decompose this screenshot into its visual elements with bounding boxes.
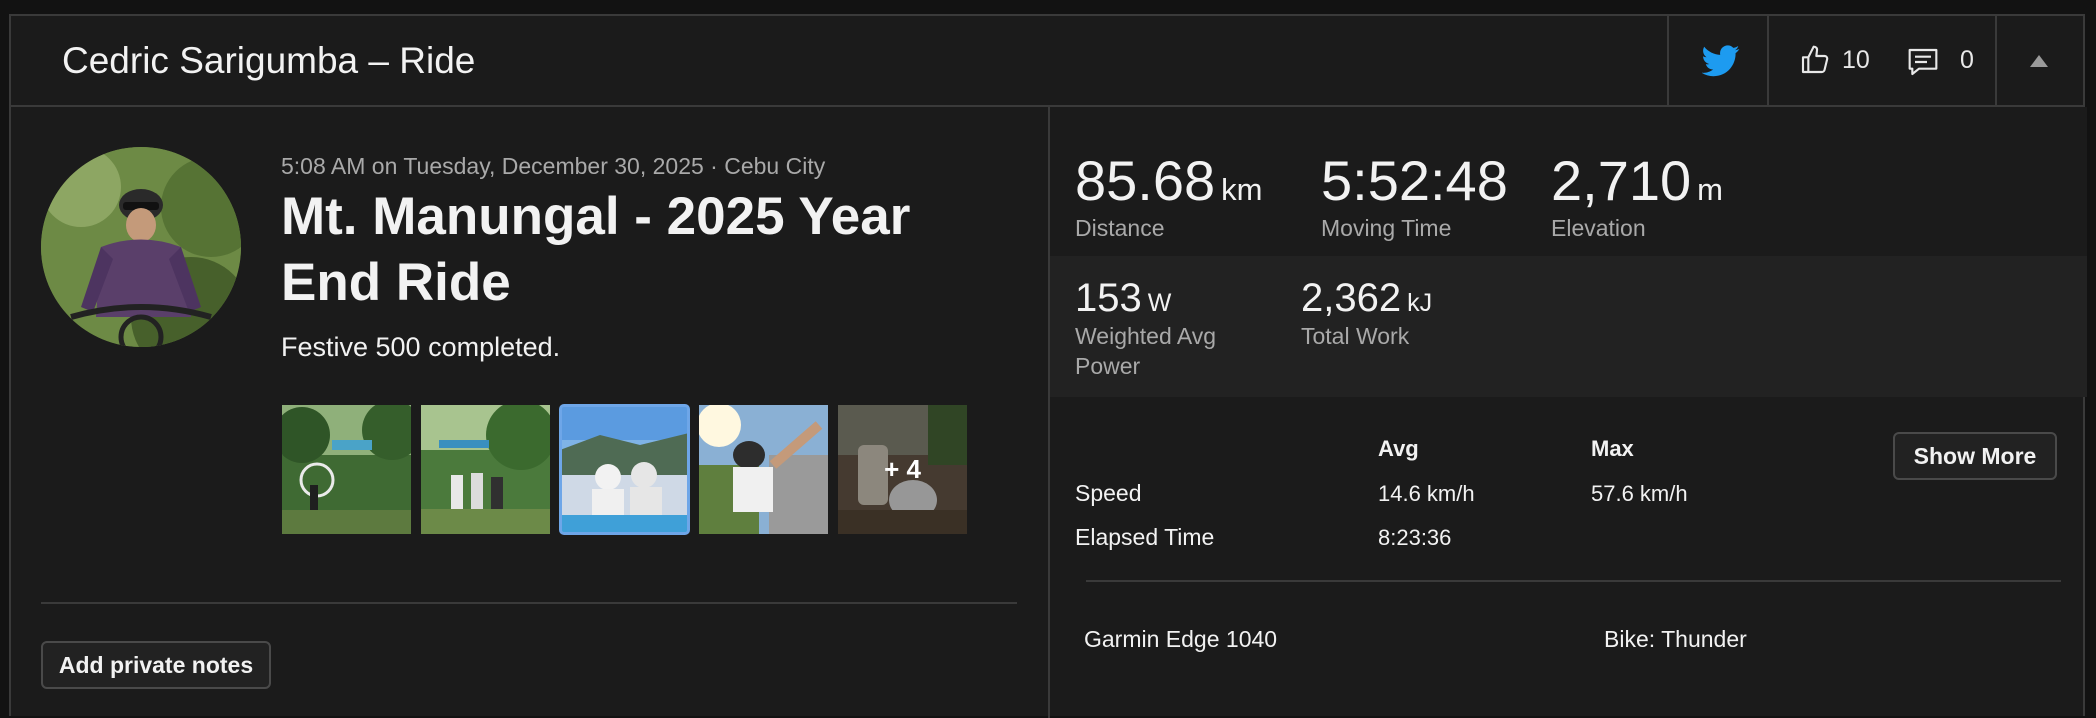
- photo-thumbnail[interactable]: [421, 405, 550, 534]
- distance-value: 85.68: [1075, 149, 1216, 212]
- stat-weighted-power: 153 W Weighted Avg Power: [1075, 276, 1255, 381]
- activity-card: Cedric Sarigumba – Ride 10 0 5:08 AM on …: [9, 14, 2087, 718]
- moving-time-label: Moving Time: [1321, 215, 1452, 241]
- caret-up-icon: [2030, 55, 2048, 67]
- total-work-value: 2,362: [1301, 276, 1402, 320]
- speed-avg: 14.6 km/h: [1378, 481, 1475, 506]
- stat-elevation: 2,710 m Elevation: [1551, 148, 1723, 243]
- social-actions: 10 0: [1767, 16, 1995, 105]
- activity-title: Mt. Manungal - 2025 Year End Ride: [281, 187, 911, 312]
- distance-unit: km: [1221, 172, 1263, 207]
- activity-header: Cedric Sarigumba – Ride 10 0: [11, 16, 2083, 107]
- divider: [41, 602, 1017, 604]
- weighted-power-unit: W: [1147, 289, 1172, 317]
- avatar[interactable]: [41, 147, 241, 347]
- column-header-max: Max: [1591, 436, 1634, 461]
- elevation-unit: m: [1697, 172, 1723, 207]
- elapsed-time-label: Elapsed Time: [1075, 524, 1215, 550]
- collapse-button[interactable]: [1995, 16, 2087, 105]
- distance-label: Distance: [1075, 215, 1165, 241]
- activity-meta: 5:08 AM on Tuesday, December 30, 2025 · …: [281, 153, 826, 179]
- kudos-count[interactable]: 10: [1842, 46, 1870, 75]
- photo-thumbnail[interactable]: [282, 405, 411, 534]
- bike-name: Bike: Thunder: [1604, 626, 1747, 652]
- elevation-value: 2,710: [1551, 149, 1692, 212]
- weighted-power-value: 153: [1075, 276, 1142, 320]
- show-more-button[interactable]: Show More: [1893, 432, 2057, 480]
- more-photos-count: + 4: [838, 405, 967, 534]
- photo-thumbnail[interactable]: [699, 405, 828, 534]
- elevation-label: Elevation: [1551, 215, 1646, 241]
- comment-icon[interactable]: [1907, 47, 1939, 77]
- stat-distance: 85.68 km Distance: [1075, 148, 1262, 243]
- photo-thumbnail-selected[interactable]: [559, 404, 690, 535]
- total-work-label: Total Work: [1301, 323, 1410, 349]
- comment-count[interactable]: 0: [1960, 46, 1974, 75]
- share-twitter-button[interactable]: [1667, 16, 1767, 105]
- weighted-power-label: Weighted Avg Power: [1075, 323, 1217, 379]
- total-work-unit: kJ: [1407, 289, 1433, 317]
- add-private-notes-button[interactable]: Add private notes: [41, 641, 271, 689]
- elapsed-time-avg: 8:23:36: [1378, 525, 1452, 550]
- speed-max: 57.6 km/h: [1591, 481, 1688, 506]
- moving-time-value: 5:52:48: [1321, 149, 1508, 212]
- thumbs-up-icon[interactable]: [1799, 43, 1831, 77]
- photo-thumbnail-more[interactable]: + 4: [838, 405, 967, 534]
- divider: [1086, 580, 2061, 582]
- column-header-avg: Avg: [1378, 436, 1419, 461]
- activity-description: Festive 500 completed.: [281, 332, 561, 362]
- page-title: Cedric Sarigumba – Ride: [62, 40, 476, 81]
- twitter-icon: [1702, 45, 1740, 77]
- speed-label: Speed: [1075, 480, 1142, 506]
- stat-moving-time: 5:52:48 Moving Time: [1321, 148, 1508, 243]
- device-name: Garmin Edge 1040: [1084, 626, 1278, 652]
- stat-total-work: 2,362 kJ Total Work: [1301, 276, 1432, 351]
- athlete-photo: [41, 147, 241, 347]
